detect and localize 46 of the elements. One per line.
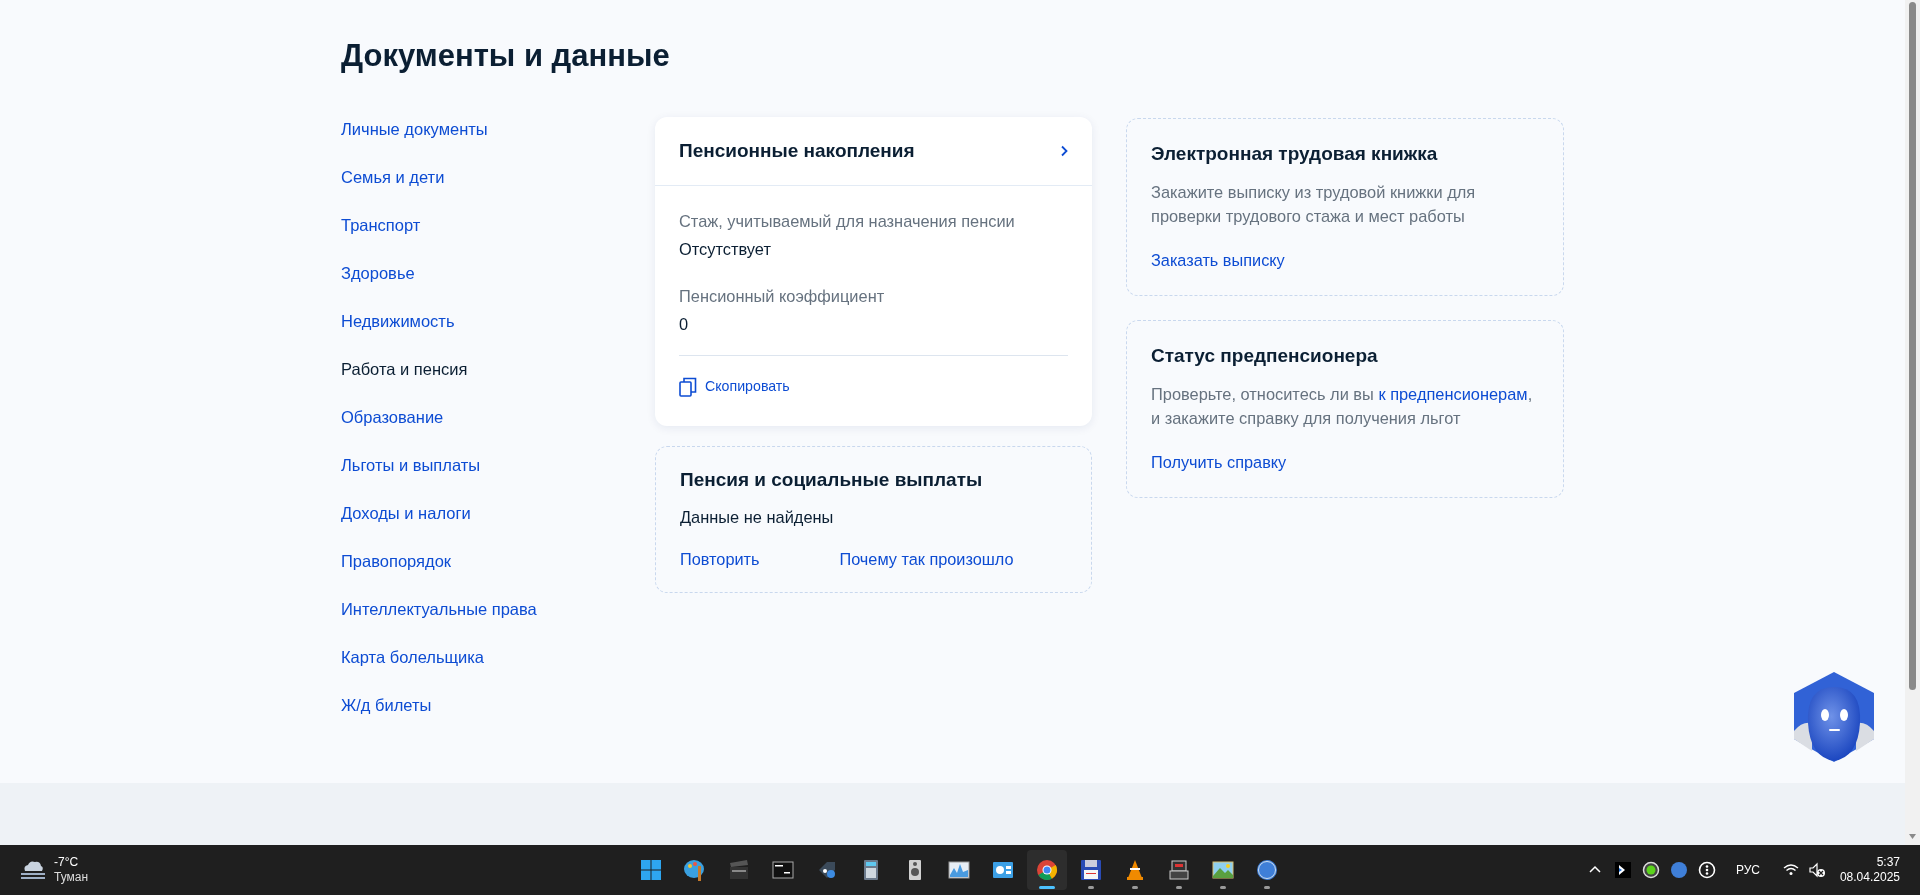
weather-condition: Туман [54, 870, 89, 885]
weather-temperature: -7°C [54, 855, 80, 870]
card-title: Электронная трудовая книжка [1151, 143, 1439, 166]
sidebar-link[interactable]: Интеллектуальные права [341, 597, 537, 621]
copy-link[interactable]: Скопировать [679, 376, 790, 398]
sidebar-link[interactable]: Здоровье [341, 261, 415, 285]
sidebar-link[interactable]: Льготы и выплаты [341, 453, 481, 477]
sidebar-link[interactable]: Образование [341, 405, 444, 429]
assistant-robot-icon[interactable] [1792, 671, 1876, 763]
field-value: Отсутствует [679, 239, 772, 260]
field-label: Стаж, учитываемый для назначения пенсии [679, 211, 1016, 232]
weather-icon[interactable] [20, 858, 46, 882]
input-language[interactable]: РУС [1735, 862, 1760, 878]
sidebar-link[interactable]: Недвижимость [341, 309, 455, 333]
dot-app-icon[interactable] [1641, 861, 1660, 879]
page-title: Документы и данные [341, 37, 671, 75]
field-value: 0 [679, 314, 690, 335]
sidebar-link[interactable]: Ж/д билеты [341, 693, 432, 717]
chevron-right-icon[interactable] [1060, 145, 1068, 157]
clock-time[interactable]: 5:37 [1839, 855, 1900, 870]
action-link[interactable]: Повторить [680, 547, 760, 572]
round-app-icon[interactable] [1669, 861, 1688, 879]
clock-date[interactable]: 08.04.2025 [1839, 870, 1900, 885]
card-description: Проверьте, относитесь ли вы к предпенсионерам, и закажите справку для получения льгот [1151, 383, 1534, 429]
card-title: Пенсионные накопления [679, 139, 915, 163]
card-description: Закажите выписку из трудовой книжки для проверки трудового стажа и мест работы [1151, 181, 1477, 227]
muted-speaker-icon[interactable] [1807, 861, 1826, 879]
action-link[interactable]: Получить справку [1151, 449, 1287, 475]
copy-icon [679, 376, 697, 397]
info-icon[interactable] [1697, 861, 1716, 879]
sidebar-link[interactable]: Личные документы [341, 117, 488, 141]
status-message: Данные не найдены [680, 507, 835, 529]
sidebar-link[interactable]: Доходы и налоги [341, 501, 471, 525]
sidebar-link[interactable]: Транспорт [341, 213, 421, 237]
sidebar-link[interactable]: Карта болельщика [341, 645, 485, 669]
sidebar-link[interactable]: Правопорядок [341, 549, 452, 573]
arrow-app-icon[interactable] [1613, 861, 1632, 879]
action-link[interactable]: Заказать выписку [1151, 247, 1285, 273]
field-label: Пенсионный коэффициент [679, 286, 886, 307]
inline-link[interactable]: к предпенсионерам [1378, 384, 1528, 403]
action-link[interactable]: Почему так произошло [839, 547, 1014, 572]
card-title: Пенсия и социальные выплаты [680, 468, 984, 492]
sidebar-link[interactable]: Семья и дети [341, 165, 445, 189]
browser-icon[interactable] [1027, 850, 1067, 890]
sidebar-link[interactable]: Работа и пенсия [341, 357, 468, 381]
card-title: Статус предпенсионера [1151, 344, 1379, 368]
